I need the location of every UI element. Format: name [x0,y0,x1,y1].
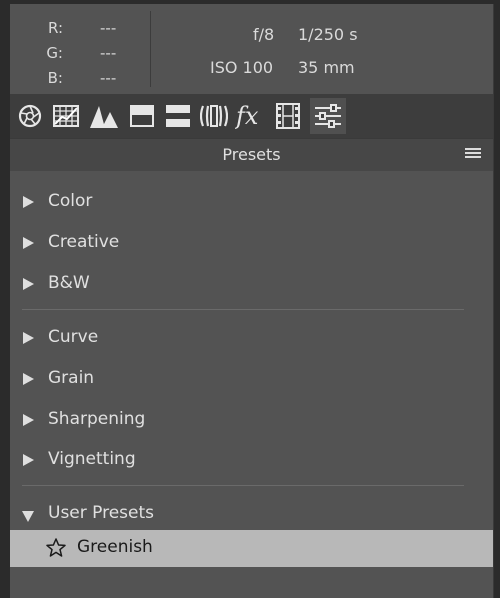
preset-group-sharpening[interactable]: Sharpening [10,403,493,437]
panel-toolbar: fx [10,94,493,138]
preset-group-vignetting[interactable]: Vignetting [10,443,493,477]
panel-menu-icon[interactable] [465,148,481,161]
b-value: --- [100,69,117,87]
mountains-icon[interactable] [88,98,120,134]
collapse-arrow-icon [22,511,34,522]
expand-arrow-icon [23,196,34,208]
split-toning-icon[interactable] [162,98,194,134]
expand-arrow-icon [23,373,34,385]
lens-icon[interactable] [198,98,230,134]
preset-group-label: Color [48,191,93,211]
presets-panel: R: --- G: --- B: --- f/8 1/250 s ISO 100… [10,4,494,598]
grid-icon[interactable] [50,98,82,134]
focal-length-value: 35 mm [298,58,355,77]
film-strip-icon[interactable] [272,98,304,134]
fx-icon[interactable]: fx [234,98,266,134]
preset-group-grain[interactable]: Grain [10,362,493,396]
preset-group-label: Grain [48,368,95,388]
star-icon[interactable] [46,538,66,561]
preset-group-color[interactable]: Color [10,185,493,219]
expand-arrow-icon [23,278,34,290]
info-divider [150,11,151,87]
expand-arrow-icon [23,237,34,249]
expand-arrow-icon [23,332,34,344]
preset-group-label: Curve [48,327,99,347]
b-label: B: [47,69,63,87]
aperture-icon[interactable] [14,98,46,134]
preset-item-label: Greenish [77,537,153,557]
shutter-value: 1/250 s [298,25,358,44]
aperture-value: f/8 [253,25,275,44]
presets-header: Presets [10,138,493,171]
split-panel-icon[interactable] [126,98,158,134]
sliders-icon[interactable] [310,98,346,134]
preset-group-bw[interactable]: B&W [10,267,493,301]
preset-group-label: Creative [48,232,120,252]
preset-group-label: B&W [48,273,90,293]
preset-group-creative[interactable]: Creative [10,226,493,260]
g-label: G: [46,44,63,62]
preset-group-label: Vignetting [48,449,136,469]
iso-value: ISO 100 [210,58,274,77]
g-value: --- [100,44,117,62]
r-value: --- [100,19,117,37]
preset-group-user-presets[interactable]: User Presets [10,497,493,531]
preset-group-curve[interactable]: Curve [10,321,493,355]
separator [22,309,464,310]
separator [22,485,464,486]
r-label: R: [47,19,63,37]
preset-group-label: Sharpening [48,409,146,429]
expand-arrow-icon [23,414,34,426]
preset-group-label: User Presets [48,503,155,523]
image-info: R: --- G: --- B: --- f/8 1/250 s ISO 100… [10,4,493,94]
preset-item-greenish[interactable]: Greenish [10,530,493,567]
svg-text:fx: fx [235,103,259,129]
presets-title: Presets [222,145,281,164]
expand-arrow-icon [23,454,34,466]
